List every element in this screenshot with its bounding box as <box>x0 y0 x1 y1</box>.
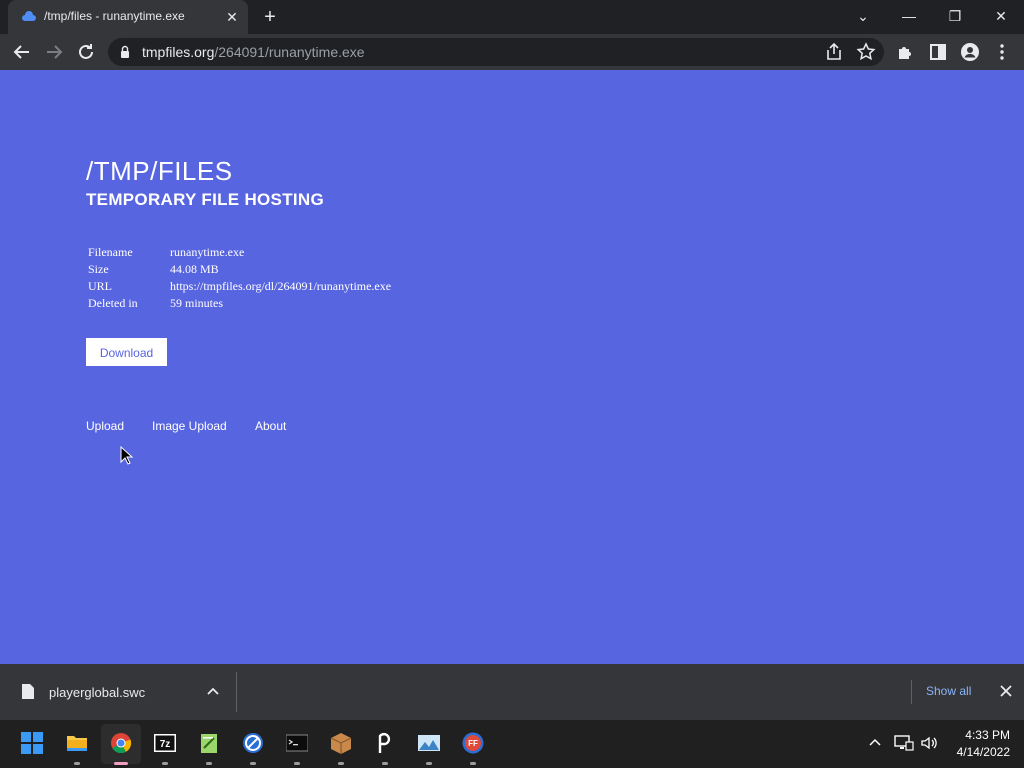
running-indicator <box>250 762 256 765</box>
menu-kebab-icon[interactable] <box>990 40 1014 64</box>
tab-strip: /tmp/files - runanytime.exe ✕ + ⌄ — ❐ ✕ <box>0 0 1024 34</box>
running-indicator <box>382 762 388 765</box>
pen-app-icon <box>378 732 391 753</box>
info-row-url: URL https://tmpfiles.org/dl/264091/runan… <box>86 278 393 295</box>
cloud-favicon-icon <box>22 11 36 21</box>
site-title: /TMP/FILES <box>86 156 233 186</box>
globe-app-icon <box>243 733 263 753</box>
download-shelf: playerglobal.swc Show all <box>0 664 1024 720</box>
file-icon <box>22 684 34 699</box>
url-text[interactable]: tmpfiles.org/264091/runanytime.exe <box>142 44 365 60</box>
shelf-divider <box>236 672 237 712</box>
ffdec-icon: FF <box>462 732 484 754</box>
start-icon <box>21 732 43 754</box>
address-bar[interactable]: tmpfiles.org/264091/runanytime.exe <box>108 38 884 66</box>
url-path: /264091/runanytime.exe <box>214 44 365 60</box>
taskbar-globe-app[interactable] <box>233 724 273 765</box>
restore-icon[interactable]: ❐ <box>941 4 969 28</box>
taskbar-image-app[interactable] <box>409 724 449 765</box>
volume-icon[interactable] <box>920 734 938 752</box>
download-item-filename[interactable]: playerglobal.swc <box>49 685 145 700</box>
taskbar-pen-app[interactable] <box>365 724 405 765</box>
info-key: Deleted in <box>88 296 138 310</box>
running-indicator <box>426 762 432 765</box>
image-app-icon <box>418 735 440 751</box>
lock-icon[interactable] <box>120 45 130 59</box>
file-info-table: Filename runanytime.exe Size 44.08 MB UR… <box>86 244 393 312</box>
running-indicator <box>338 762 344 765</box>
clock-date[interactable]: 4/14/2022 <box>946 745 1010 759</box>
svg-text:7z: 7z <box>160 739 171 750</box>
taskbar-7zip[interactable]: 7z <box>145 724 185 765</box>
info-row-size: Size 44.08 MB <box>86 261 393 278</box>
tab-search-icon[interactable]: ⌄ <box>849 4 877 28</box>
nav-image-upload-link[interactable]: Image Upload <box>152 419 227 433</box>
tab-close-icon[interactable]: ✕ <box>224 9 240 25</box>
package-icon <box>330 733 352 754</box>
info-value: https://tmpfiles.org/dl/264091/runanytim… <box>170 279 392 293</box>
nav-about-link[interactable]: About <box>255 419 286 433</box>
browser-toolbar: tmpfiles.org/264091/runanytime.exe <box>0 34 1024 70</box>
tab-title: /tmp/files - runanytime.exe <box>44 9 185 23</box>
running-indicator <box>206 762 212 765</box>
running-indicator <box>162 762 168 765</box>
profile-icon[interactable] <box>958 40 982 64</box>
close-window-icon[interactable]: ✕ <box>987 4 1015 28</box>
info-key: Filename <box>88 245 133 259</box>
clock-time[interactable]: 4:33 PM <box>950 728 1010 742</box>
back-icon[interactable] <box>10 40 34 64</box>
minimize-icon[interactable]: — <box>895 4 923 28</box>
info-value: 59 minutes <box>170 296 223 310</box>
info-row-deleted-in: Deleted in 59 minutes <box>86 295 393 312</box>
info-value: runanytime.exe <box>170 245 245 259</box>
notepadpp-icon <box>201 734 217 753</box>
running-indicator <box>114 762 128 765</box>
reload-icon[interactable] <box>74 40 98 64</box>
file-explorer-icon <box>67 736 87 751</box>
taskbar-chrome[interactable] <box>101 724 141 765</box>
mouse-cursor-icon <box>120 446 134 465</box>
info-key: Size <box>88 262 109 276</box>
taskbar-terminal[interactable] <box>277 724 317 765</box>
taskbar-file-explorer[interactable] <box>57 724 97 765</box>
taskbar-ffdec[interactable]: FF <box>453 724 493 765</box>
running-indicator <box>74 762 80 765</box>
running-indicator <box>470 762 476 765</box>
tray-overflow-chevron-icon[interactable] <box>868 736 882 750</box>
extensions-puzzle-icon[interactable] <box>894 40 918 64</box>
taskbar-notepadpp[interactable] <box>189 724 229 765</box>
nav-upload-link[interactable]: Upload <box>86 419 124 433</box>
chevron-up-icon[interactable] <box>205 684 221 700</box>
7zip-icon: 7z <box>154 734 176 752</box>
share-icon[interactable] <box>822 40 846 64</box>
start-button[interactable] <box>12 724 52 764</box>
forward-icon[interactable] <box>42 40 66 64</box>
close-shelf-icon[interactable] <box>998 683 1014 699</box>
side-panel-icon[interactable] <box>926 40 950 64</box>
url-host: tmpfiles.org <box>142 44 215 60</box>
browser-tab[interactable]: /tmp/files - runanytime.exe ✕ <box>8 0 248 34</box>
network-icon[interactable] <box>894 734 914 752</box>
show-all-button[interactable]: Show all <box>926 684 971 698</box>
info-value: 44.08 MB <box>170 262 219 276</box>
svg-text:FF: FF <box>468 739 478 748</box>
running-indicator <box>294 762 300 765</box>
taskbar-package-app[interactable] <box>321 724 361 765</box>
new-tab-icon[interactable]: + <box>260 7 280 27</box>
taskbar: 7z FF 4:33 PM 4/14/2022 <box>0 720 1024 768</box>
info-row-filename: Filename runanytime.exe <box>86 244 393 261</box>
site-subtitle: TEMPORARY FILE HOSTING <box>86 190 325 209</box>
terminal-icon <box>286 734 308 752</box>
download-button[interactable]: Download <box>86 338 167 366</box>
info-key: URL <box>88 279 112 293</box>
bookmark-star-icon[interactable] <box>854 40 878 64</box>
page-content: /TMP/FILES TEMPORARY FILE HOSTING Filena… <box>0 70 1024 664</box>
shelf-divider <box>911 680 912 704</box>
chrome-icon <box>111 733 132 754</box>
